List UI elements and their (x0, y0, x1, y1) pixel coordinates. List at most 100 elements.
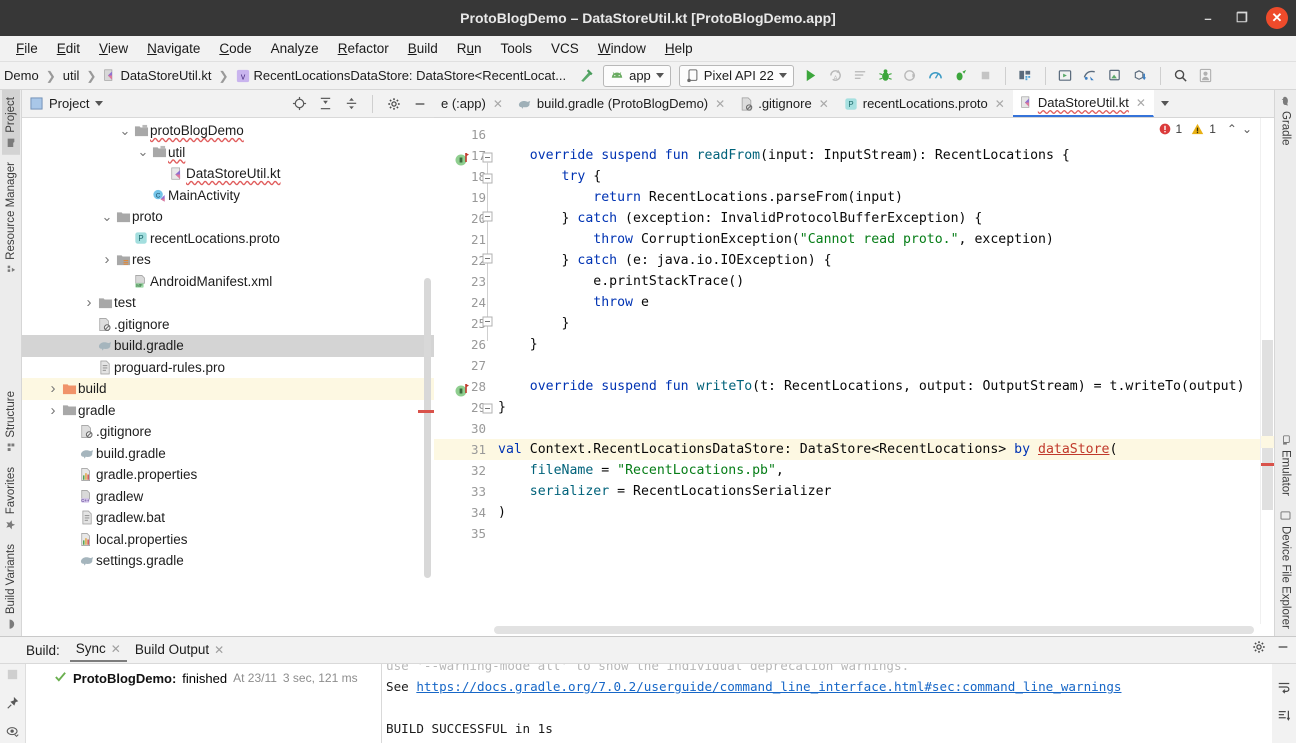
code-text[interactable]: override suspend fun readFrom(input: Inp… (492, 118, 1260, 624)
line-number[interactable]: 32 (434, 460, 492, 481)
device-manager-icon[interactable] (1080, 65, 1101, 86)
marker-error[interactable] (1261, 463, 1274, 466)
sdk-download-icon[interactable] (1130, 65, 1151, 86)
menu-file[interactable]: FFileile (8, 38, 46, 59)
code-editor[interactable]: 16 17 18 19 20 21 22 23 24 25 26 27 28 29 30 31 32 33 34 35 (434, 118, 1274, 624)
editor-hscroll-thumb[interactable] (494, 626, 1254, 634)
sidebar-item-emulator[interactable]: Emulator (1277, 428, 1295, 503)
code-line[interactable]: } (492, 334, 1260, 355)
hide-panel-icon[interactable] (1276, 640, 1290, 657)
chevron-right-icon[interactable]: › (82, 294, 96, 311)
tree-item-recentlocations-proto[interactable]: PrecentLocations.proto (22, 228, 434, 250)
run-gutter-icon[interactable] (454, 151, 472, 167)
build-tree-node[interactable]: ProtoBlogDemo: finished At 23/11 3 sec, … (26, 670, 381, 686)
close-icon[interactable]: ✕ (715, 97, 725, 111)
menu-navigate[interactable]: Navigate (139, 38, 208, 59)
tab-overflow-button[interactable] (1154, 90, 1177, 117)
menu-view[interactable]: View (91, 38, 136, 59)
tree-item-gradle-properties[interactable]: gradle.properties (22, 464, 434, 486)
chevron-down-icon[interactable]: ⌄ (118, 123, 132, 139)
hide-panel-icon[interactable] (410, 94, 430, 114)
run-with-coverage-icon[interactable] (950, 65, 971, 86)
code-line[interactable]: serializer = RecentLocationsSerializer (492, 481, 1260, 502)
code-line[interactable]: throw CorruptionException("Cannot read p… (492, 229, 1260, 250)
device-selector[interactable]: Pixel API 22 (678, 64, 794, 87)
expand-all-icon[interactable] (315, 94, 335, 114)
code-line[interactable]: } (492, 313, 1260, 334)
tree-item-build[interactable]: › build (22, 378, 434, 400)
tab-gitignore[interactable]: .gitignore ✕ (733, 90, 837, 117)
sdk-manager-icon[interactable] (1015, 65, 1036, 86)
settings-gear-icon[interactable] (384, 94, 404, 114)
close-icon[interactable]: ✕ (995, 97, 1005, 111)
tree-item-util[interactable]: ⌄ util (22, 142, 434, 164)
menu-run[interactable]: Run (449, 38, 490, 59)
next-problem-icon[interactable]: ⌄ (1242, 122, 1252, 136)
tree-item-androidmanifest-xml[interactable]: MF AndroidManifest.xml (22, 271, 434, 293)
tree-item-gradlew-bat[interactable]: gradlew.bat (22, 507, 434, 529)
chevron-down-icon[interactable] (95, 101, 104, 106)
scroll-to-end-icon[interactable] (1277, 709, 1291, 726)
build-hammer-icon[interactable] (578, 67, 595, 84)
tree-item-mainactivity[interactable]: C MainActivity (22, 185, 434, 207)
close-icon[interactable]: ✕ (1136, 96, 1146, 110)
build-log[interactable]: use '--warning-mode all' to show the ind… (382, 664, 1272, 743)
line-number[interactable]: 27 (434, 355, 492, 376)
tree-item-gradlew[interactable]: C++ gradlew (22, 486, 434, 508)
code-line[interactable]: } catch (exception: InvalidProtocolBuffe… (492, 208, 1260, 229)
chevron-right-icon[interactable]: › (46, 402, 60, 419)
tree-item-settings-gradle[interactable]: settings.gradle (22, 550, 434, 572)
sidebar-item-project[interactable]: Project (1, 90, 20, 155)
editor-gutter[interactable]: 16 17 18 19 20 21 22 23 24 25 26 27 28 29 30 31 32 33 34 35 (434, 118, 493, 624)
tree-item-proguard-rules-pro[interactable]: proguard-rules.pro (22, 357, 434, 379)
code-line[interactable]: } catch (e: java.io.IOException) { (492, 250, 1260, 271)
close-icon[interactable]: ✕ (1266, 7, 1288, 29)
tree-item-res[interactable]: › res (22, 249, 434, 271)
code-line[interactable] (492, 418, 1260, 439)
line-number[interactable]: 34 (434, 502, 492, 523)
tree-item-gradle[interactable]: › gradle (22, 400, 434, 422)
project-tree[interactable]: ⌄ protoBlogDemo ⌄ util DataStoreUtil.kt C Main… (22, 118, 434, 636)
tab-sync[interactable]: Sync ✕ (69, 638, 127, 662)
breadcrumb-item-3[interactable]: v RecentLocationsDataStore: DataStore<Re… (234, 68, 569, 83)
tree-item--gitignore[interactable]: .gitignore (22, 314, 434, 336)
chevron-right-icon[interactable]: › (100, 251, 114, 268)
minimize-icon[interactable]: – (1198, 8, 1218, 28)
line-number[interactable]: 33 (434, 481, 492, 502)
line-number[interactable]: 35 (434, 523, 492, 544)
apply-code-changes-icon[interactable] (850, 65, 871, 86)
target-icon[interactable] (289, 94, 309, 114)
menu-analyze[interactable]: Analyze (263, 38, 327, 59)
breadcrumb-item-2[interactable]: DataStoreUtil.kt ❯ (101, 68, 233, 83)
stop-icon[interactable] (6, 668, 19, 684)
sidebar-item-gradle[interactable]: Gradle (1277, 90, 1295, 153)
close-icon[interactable]: ✕ (493, 97, 503, 111)
menu-tools[interactable]: Tools (493, 38, 541, 59)
menu-edit[interactable]: Edit (49, 38, 88, 59)
menu-build[interactable]: Build (400, 38, 446, 59)
module-selector[interactable]: app (603, 64, 671, 87)
menu-help[interactable]: Help (657, 38, 701, 59)
close-icon[interactable]: ✕ (214, 643, 224, 657)
code-line[interactable]: override suspend fun writeTo(t: RecentLo… (492, 376, 1260, 397)
close-icon[interactable]: ✕ (819, 97, 829, 111)
sidebar-item-build-variants[interactable]: Build Variants (2, 537, 20, 636)
tab-build-gradle[interactable]: build.gradle (ProtoBlogDemo) ✕ (511, 90, 733, 117)
apply-changes-icon[interactable]: A (825, 65, 846, 86)
sidebar-item-resource-manager[interactable]: Resource Manager (2, 155, 20, 282)
code-line[interactable] (492, 523, 1260, 544)
tree-item-build-gradle[interactable]: build.gradle (22, 443, 434, 465)
editor-horizontal-scrollbar[interactable] (434, 624, 1274, 636)
code-line[interactable]: throw e (492, 292, 1260, 313)
search-icon[interactable] (1170, 65, 1191, 86)
tab-build-output[interactable]: Build Output ✕ (129, 639, 230, 661)
menu-refactor[interactable]: Refactor (330, 38, 397, 59)
editor-scrollbar-thumb[interactable] (1262, 340, 1273, 510)
maximize-icon[interactable]: ❐ (1232, 8, 1252, 28)
breadcrumb-item-0[interactable]: Demo ❯ (2, 68, 61, 83)
line-number[interactable]: 31 (434, 439, 492, 460)
sidebar-item-structure[interactable]: Structure (2, 384, 20, 460)
code-line[interactable] (492, 124, 1260, 145)
build-sync-tree[interactable]: ProtoBlogDemo: finished At 23/11 3 sec, … (26, 664, 382, 743)
prev-problem-icon[interactable]: ⌃ (1227, 122, 1237, 136)
